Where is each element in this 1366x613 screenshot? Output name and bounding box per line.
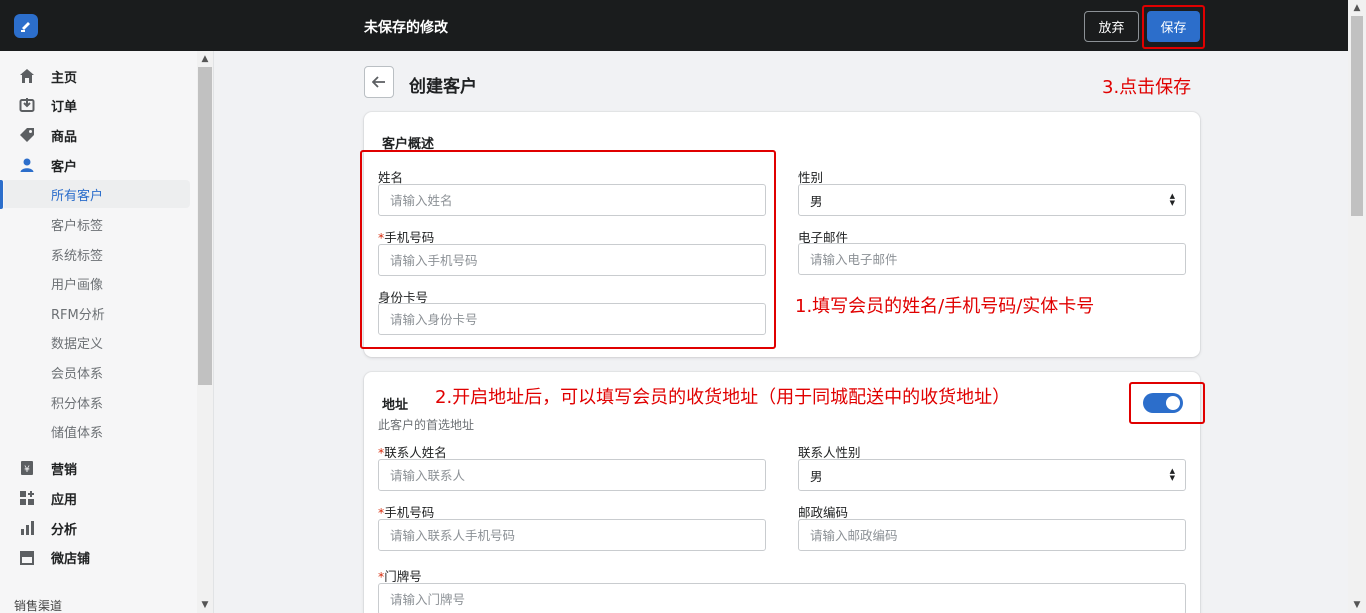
unsaved-changes-label: 未保存的修改 — [364, 20, 448, 36]
save-button[interactable]: 保存 — [1147, 11, 1200, 42]
phone-input[interactable] — [378, 244, 766, 276]
sidebar-item-home[interactable]: 主页 — [0, 62, 196, 90]
contact-phone-label-text: 手机号码 — [384, 505, 435, 520]
idcard-input[interactable] — [378, 303, 766, 335]
sidebar-item-marketing[interactable]: ¥ 营销 — [0, 454, 196, 482]
sidebar-subitem-data-definition[interactable]: 数据定义 — [0, 328, 196, 356]
sidebar-subitem-customer-tags[interactable]: 客户标签 — [0, 210, 196, 238]
scrollbar-thumb[interactable] — [1351, 16, 1363, 216]
sidebar-subitem-rfm[interactable]: RFM分析 — [0, 299, 196, 327]
sidebar-scrollbar[interactable]: ▲ ▼ — [197, 51, 213, 613]
person-icon — [18, 156, 36, 174]
sales-channels-caption: 销售渠道 — [14, 599, 63, 613]
sidebar-subitem-label: 所有客户 — [51, 188, 104, 204]
sidebar-subitem-label: 数据定义 — [51, 336, 104, 352]
sidebar-subitem-label: 会员体系 — [51, 366, 104, 382]
door-number-label-text: 门牌号 — [384, 569, 422, 584]
annotation-step2: 2.开启地址后，可以填写会员的收货地址（用于同城配送中的收货地址） — [435, 387, 1011, 408]
sidebar-subitem-label: RFM分析 — [51, 307, 105, 323]
sidebar-subitem-label: 储值体系 — [51, 425, 104, 441]
select-arrows-icon: ▲ ▼ — [1169, 467, 1175, 482]
active-indicator — [0, 180, 3, 209]
name-input[interactable] — [378, 184, 766, 216]
postcode-input[interactable] — [798, 519, 1186, 551]
home-icon — [18, 67, 36, 85]
sidebar-subitem-label: 系统标签 — [51, 248, 104, 264]
address-title: 地址 — [382, 398, 409, 413]
annotation-step1: 1.填写会员的姓名/手机号码/实体卡号 — [795, 296, 1095, 317]
discard-button[interactable]: 放弃 — [1084, 11, 1139, 42]
door-number-input[interactable] — [378, 583, 1186, 613]
orders-icon — [18, 96, 36, 114]
analytics-icon — [18, 519, 36, 537]
sidebar-subitem-label: 客户标签 — [51, 218, 104, 234]
sidebar-item-store[interactable]: 微店铺 — [0, 543, 196, 571]
sidebar-item-products[interactable]: 商品 — [0, 121, 196, 149]
svg-text:¥: ¥ — [24, 465, 30, 475]
sidebar-item-analytics[interactable]: 分析 — [0, 514, 196, 542]
page-scrollbar[interactable]: ▲ ▼ — [1348, 0, 1366, 613]
scroll-up-icon[interactable]: ▲ — [1348, 0, 1366, 16]
sidebar-subitem-points[interactable]: 积分体系 — [0, 388, 196, 416]
sidebar-item-label: 客户 — [51, 159, 78, 175]
top-bar: 未保存的修改 放弃 保存 — [0, 0, 1348, 51]
back-button[interactable] — [364, 66, 394, 98]
sidebar-subitem-all-customers[interactable]: 所有客户 — [4, 180, 190, 208]
sidebar-item-customers[interactable]: 客户 — [0, 151, 196, 179]
contact-name-label-text: 联系人姓名 — [384, 445, 447, 460]
sidebar-item-apps[interactable]: 应用 — [0, 484, 196, 512]
marketing-icon: ¥ — [18, 459, 36, 477]
sidebar-item-label: 营销 — [51, 462, 78, 478]
overview-title: 客户概述 — [382, 137, 435, 152]
sidebar-item-label: 商品 — [51, 129, 78, 145]
gender-select[interactable]: 男 ▲ ▼ — [798, 184, 1186, 216]
gender-value: 男 — [810, 193, 823, 209]
sidebar-subitem-label: 用户画像 — [51, 277, 104, 293]
contact-gender-value: 男 — [810, 468, 823, 484]
sidebar-subitem-membership[interactable]: 会员体系 — [0, 358, 196, 386]
tag-icon — [18, 126, 36, 144]
sidebar-subitem-stored-value[interactable]: 储值体系 — [0, 417, 196, 445]
contact-gender-select[interactable]: 男 ▲ ▼ — [798, 459, 1186, 491]
address-toggle[interactable] — [1143, 393, 1183, 413]
phone-label-text: 手机号码 — [384, 230, 435, 245]
scrollbar-thumb[interactable] — [198, 67, 212, 385]
email-input[interactable] — [798, 243, 1186, 275]
contact-name-input[interactable] — [378, 459, 766, 491]
sidebar-item-label: 主页 — [51, 70, 78, 86]
sidebar: 主页 订单 商品 客户 所有客户 客户标签 系统标签 用户画像 RFM分析 数据… — [0, 51, 214, 613]
sidebar-item-label: 微店铺 — [51, 551, 91, 567]
annotation-step3: 3.点击保存 — [1102, 77, 1192, 98]
sidebar-subitem-system-tags[interactable]: 系统标签 — [0, 240, 196, 268]
sidebar-item-label: 订单 — [51, 99, 78, 115]
sidebar-subitem-label: 积分体系 — [51, 396, 104, 412]
sidebar-item-orders[interactable]: 订单 — [0, 91, 196, 119]
store-icon — [18, 548, 36, 566]
scroll-up-icon[interactable]: ▲ — [197, 51, 213, 67]
page-title: 创建客户 — [409, 77, 477, 97]
address-subtitle: 此客户的首选地址 — [378, 418, 475, 432]
sidebar-subitem-user-profile[interactable]: 用户画像 — [0, 269, 196, 297]
scroll-down-icon[interactable]: ▼ — [197, 597, 213, 613]
sidebar-item-label: 分析 — [51, 522, 78, 538]
scroll-down-icon[interactable]: ▼ — [1348, 597, 1366, 613]
app-logo-icon — [14, 14, 38, 38]
select-arrows-icon: ▲ ▼ — [1169, 192, 1175, 207]
toggle-knob — [1166, 396, 1180, 410]
contact-phone-input[interactable] — [378, 519, 766, 551]
sidebar-item-label: 应用 — [51, 492, 78, 508]
apps-icon — [18, 489, 36, 507]
arrow-left-icon — [372, 76, 385, 88]
